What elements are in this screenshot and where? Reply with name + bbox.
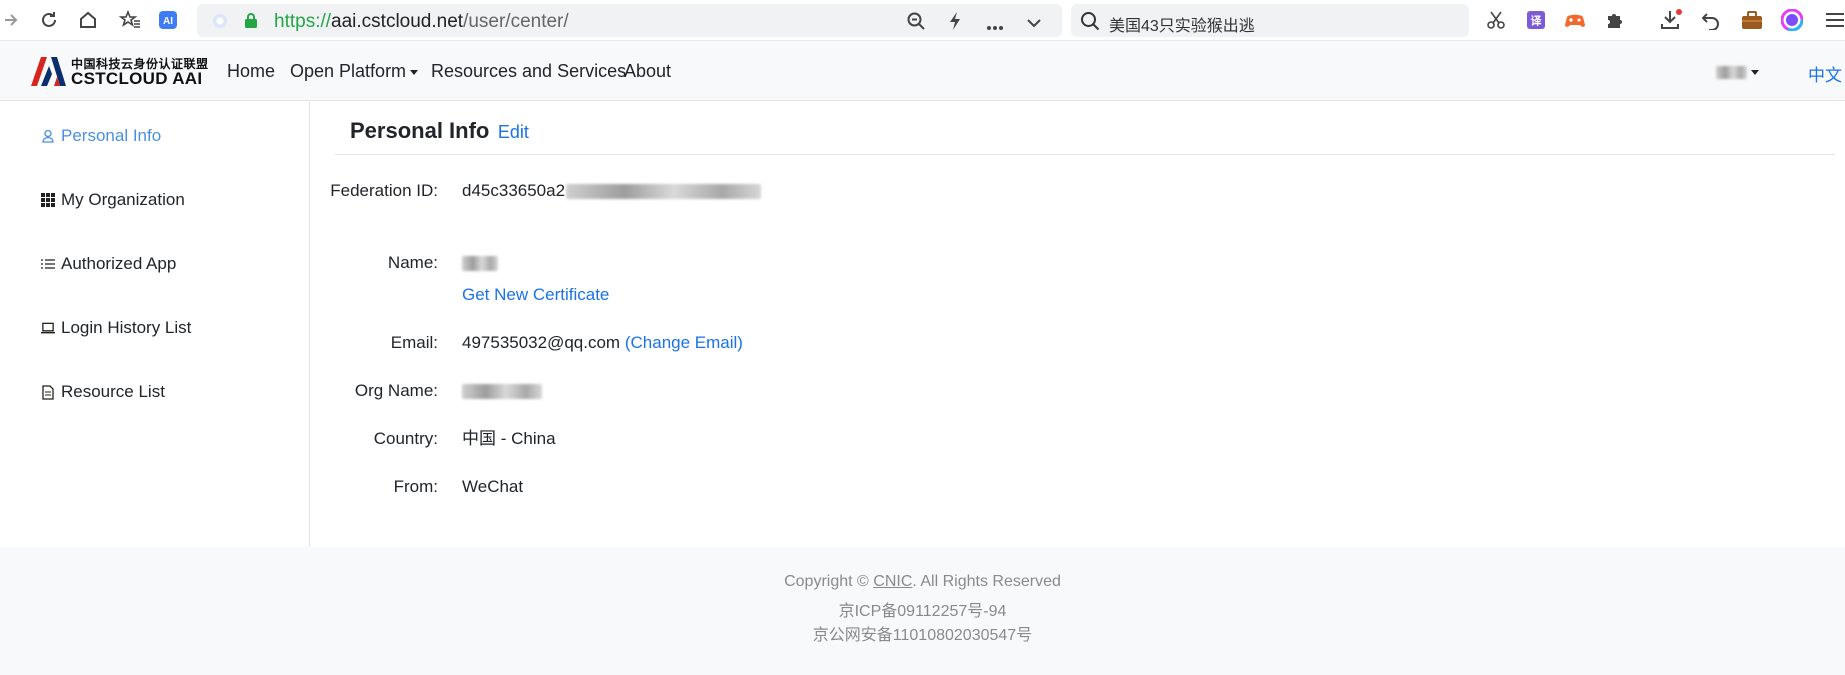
search-icon	[1080, 11, 1100, 36]
police-record[interactable]: 京公网安备11010802030547号	[0, 621, 1845, 645]
nav-home[interactable]: Home	[227, 61, 275, 82]
grid-icon	[41, 193, 55, 207]
footer: Copyright © CNIC. All Rights Reserved 京I…	[0, 547, 1845, 675]
get-certificate-link-text: Get New Certificate	[462, 285, 610, 304]
undo-icon[interactable]	[1700, 9, 1722, 31]
change-email-link[interactable]: (Change Email)	[625, 333, 743, 352]
extensions-puzzle-icon[interactable]	[1604, 9, 1626, 31]
avatar	[1716, 66, 1747, 80]
laptop-icon	[41, 321, 55, 335]
redacted-name	[462, 256, 498, 272]
briefcase-icon[interactable]	[1741, 9, 1763, 31]
org-name-value	[462, 379, 542, 403]
ai-assistant-icon[interactable]: AI	[157, 9, 179, 31]
page-title: Personal Info	[350, 118, 490, 143]
sidebar-item-label: My Organization	[61, 190, 185, 209]
more-dots-icon[interactable]	[986, 18, 1004, 36]
search-bar[interactable]: 美国43只实验猴出逃	[1071, 4, 1469, 37]
federation-id-text: d45c33650a2	[462, 181, 566, 200]
country-value: 中国 - China	[462, 429, 556, 448]
redacted-id	[566, 184, 762, 200]
org-name-label: Org Name:	[354, 381, 438, 400]
list-icon	[41, 257, 55, 271]
site-identity-icon[interactable]	[211, 12, 229, 35]
sidebar: Personal Info My Organization Authorized…	[0, 101, 310, 547]
home-icon[interactable]	[77, 9, 99, 31]
sidebar-item-label: Resource List	[61, 382, 165, 401]
language-switch[interactable]: 中文	[1808, 61, 1842, 86]
sidebar-item-resource-list[interactable]: Resource List	[41, 382, 165, 402]
sidebar-item-personal-info[interactable]: Personal Info	[41, 126, 161, 146]
email-label: Email:	[390, 333, 438, 352]
email-value-row: 497535032@qq.com (Change Email)	[462, 331, 743, 355]
reload-icon[interactable]	[38, 9, 60, 31]
lightning-icon[interactable]	[947, 11, 963, 36]
copyright-prefix: Copyright ©	[784, 573, 869, 590]
sidebar-item-login-history[interactable]: Login History List	[41, 318, 191, 338]
game-controller-icon[interactable]	[1564, 9, 1586, 31]
logo-text-en: CSTCLOUD AAI	[71, 69, 203, 88]
nav-resources[interactable]: Resources and Services	[431, 61, 626, 82]
sidebar-item-label: Authorized App	[61, 254, 177, 273]
sidebar-item-authorized-app[interactable]: Authorized App	[41, 254, 176, 274]
svg-text:译: 译	[1531, 15, 1543, 28]
from-label: From:	[393, 477, 438, 496]
edit-link[interactable]: Edit	[498, 122, 529, 142]
search-text[interactable]: 美国43只实验猴出逃	[1109, 12, 1255, 36]
icp-record[interactable]: 京ICP备09112257号-94	[0, 597, 1845, 621]
user-caret-icon	[1751, 70, 1759, 76]
site-navbar: 中国科技云身份认证联盟 CSTCLOUD AAI Home Open Platf…	[0, 41, 1845, 101]
nav-open-platform[interactable]: Open Platform	[290, 61, 419, 82]
page-title-row: Personal Info Edit	[350, 118, 529, 144]
nav-about[interactable]: About	[624, 61, 671, 82]
scissors-icon[interactable]	[1485, 9, 1507, 31]
svg-text:AI: AI	[163, 16, 173, 27]
federation-id-value: d45c33650a2	[462, 179, 762, 203]
nav-open-platform-label: Open Platform	[290, 61, 407, 81]
sidebar-item-my-organization[interactable]: My Organization	[41, 190, 185, 210]
url-text[interactable]: https://aai.cstcloud.net/user/center/	[274, 11, 569, 33]
browser-toolbar: AI https://aai.cstcloud.net/user/center/…	[0, 0, 1845, 41]
address-bar[interactable]: https://aai.cstcloud.net/user/center/	[197, 4, 1062, 37]
cnic-link[interactable]: CNIC	[873, 573, 912, 590]
zoom-icon[interactable]	[906, 11, 926, 36]
file-icon	[41, 384, 55, 400]
user-menu[interactable]	[1716, 64, 1766, 80]
name-label: Name:	[387, 253, 438, 272]
logo-mark-icon	[31, 57, 66, 86]
translate-icon[interactable]: 译	[1525, 9, 1547, 31]
name-value	[462, 251, 498, 275]
download-icon[interactable]	[1660, 9, 1682, 31]
copyright-line: Copyright © CNIC. All Rights Reserved	[0, 573, 1845, 591]
federation-id-label: Federation ID:	[330, 181, 438, 200]
copyright-suffix: . All Rights Reserved	[912, 573, 1061, 590]
person-icon	[41, 129, 55, 143]
menu-icon[interactable]	[1823, 9, 1845, 31]
from-value: WeChat	[462, 477, 524, 496]
favorites-star-icon[interactable]	[119, 9, 141, 31]
sidebar-item-label: Login History List	[61, 318, 192, 337]
redacted-org	[462, 384, 542, 400]
chevron-down-icon[interactable]	[1026, 15, 1042, 33]
get-certificate-link[interactable]: Get New Certificate	[462, 283, 609, 307]
browser-assistant-icon[interactable]	[1781, 9, 1803, 31]
sidebar-item-label: Personal Info	[61, 126, 162, 145]
country-label: Country:	[373, 429, 438, 448]
title-divider	[335, 154, 1835, 155]
forward-icon[interactable]	[0, 9, 22, 31]
lock-icon[interactable]	[244, 12, 258, 34]
cstcloud-logo[interactable]: 中国科技云身份认证联盟 CSTCLOUD AAI	[29, 55, 208, 88]
caret-down-icon	[410, 69, 419, 75]
email-value: 497535032@qq.com	[462, 333, 621, 352]
